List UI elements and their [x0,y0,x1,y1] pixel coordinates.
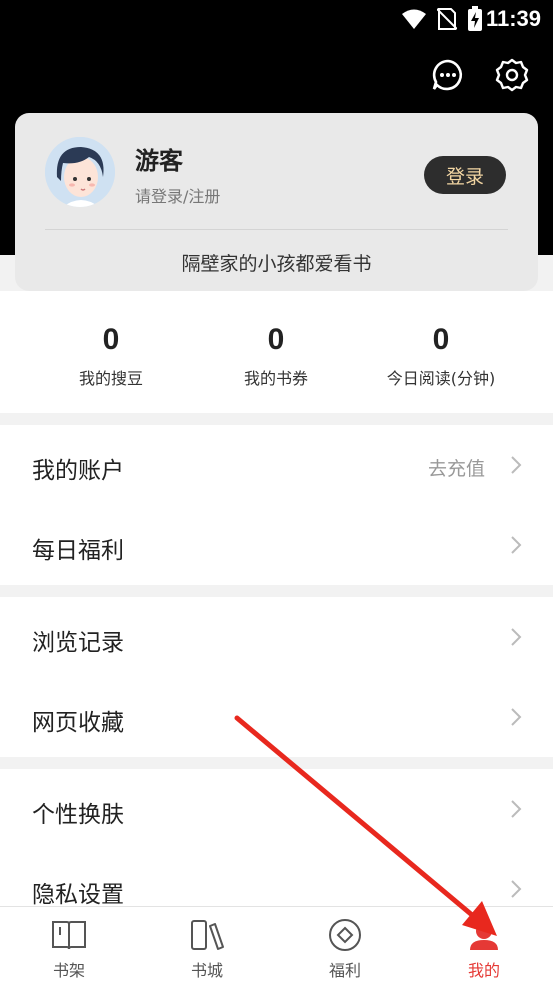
menu-item-label: 隐私设置 [32,882,124,906]
login-register-link[interactable]: 请登录/注册 [135,183,220,207]
stat-label: 今日阅读(分钟) [386,369,496,388]
menu-item-label: 每日福利 [32,538,124,564]
tab-label: 书城 [190,961,223,980]
stat-today-reading[interactable]: 0 今日阅读(分钟) [361,323,521,389]
status-bar: 11:39 [0,0,553,38]
chevron-right-icon [511,536,522,554]
slogan: 隔壁家的小孩都爱看书 [181,253,372,275]
stat-book-vouchers[interactable]: 0 我的书券 [196,323,356,389]
chevron-right-icon [511,708,522,726]
tab-mine[interactable]: 我的 [434,917,534,981]
stats-row: 0 我的搜豆 0 我的书券 0 今日阅读(分钟) [0,291,553,413]
menu-item-browse-history[interactable]: 浏览记录 [0,597,553,677]
menu-item-web-favorites[interactable]: 网页收藏 [0,677,553,757]
books-icon [191,920,224,950]
avatar[interactable] [45,137,115,207]
menu-group-settings: 个性换肤 隐私设置 [0,769,553,906]
stat-value: 0 [267,323,285,356]
battery-charging-icon [468,6,482,31]
stat-label: 我的搜豆 [78,369,143,388]
gear-icon [495,58,529,92]
username: 游客 [135,147,183,175]
tab-label: 福利 [328,961,361,980]
menu-group-account: 我的账户 去充值 每日福利 [0,425,553,585]
tab-bookshelf[interactable]: 书架 [19,917,119,981]
menu-item-skin[interactable]: 个性换肤 [0,769,553,849]
message-icon [432,59,463,91]
menu-item-account[interactable]: 我的账户 去充值 [0,425,553,505]
diamond-coin-icon [329,919,361,951]
stat-value: 0 [432,323,450,356]
tab-welfare[interactable]: 福利 [295,917,395,981]
stat-label: 我的书券 [243,369,308,388]
wifi-icon [402,9,426,29]
profile-card: 游客 请登录/注册 登录 隔壁家的小孩都爱看书 [15,113,538,291]
menu-item-label: 浏览记录 [32,630,124,656]
chevron-right-icon [511,800,522,818]
avatar-illustration [45,137,115,207]
tab-bookstore[interactable]: 书城 [157,917,257,981]
chevron-right-icon [511,456,522,474]
chevron-right-icon [511,880,522,898]
message-button[interactable] [431,58,465,92]
stat-sou-dou[interactable]: 0 我的搜豆 [31,323,191,389]
user-icon [470,923,498,950]
card-divider [45,229,508,230]
status-icons [401,6,483,32]
settings-button[interactable] [495,58,529,92]
chevron-right-icon [511,628,522,646]
login-button[interactable]: 登录 [424,156,506,194]
menu-group-history: 浏览记录 网页收藏 [0,597,553,757]
menu-item-label: 我的账户 [32,458,124,484]
bottom-nav: 书架 书城 福利 我的 [0,906,553,983]
menu-item-daily-welfare[interactable]: 每日福利 [0,505,553,585]
menu-item-label: 个性换肤 [32,802,124,828]
tab-label: 我的 [467,961,500,980]
menu-item-privacy[interactable]: 隐私设置 [0,849,553,906]
status-time: 11:39 [485,6,541,31]
no-sim-icon [437,8,457,30]
tab-label: 书架 [52,961,85,980]
header-actions [431,58,529,92]
stat-value: 0 [102,323,120,356]
menu-item-label: 网页收藏 [32,710,124,736]
book-open-icon [52,921,86,950]
recharge-hint: 去充值 [427,458,485,480]
